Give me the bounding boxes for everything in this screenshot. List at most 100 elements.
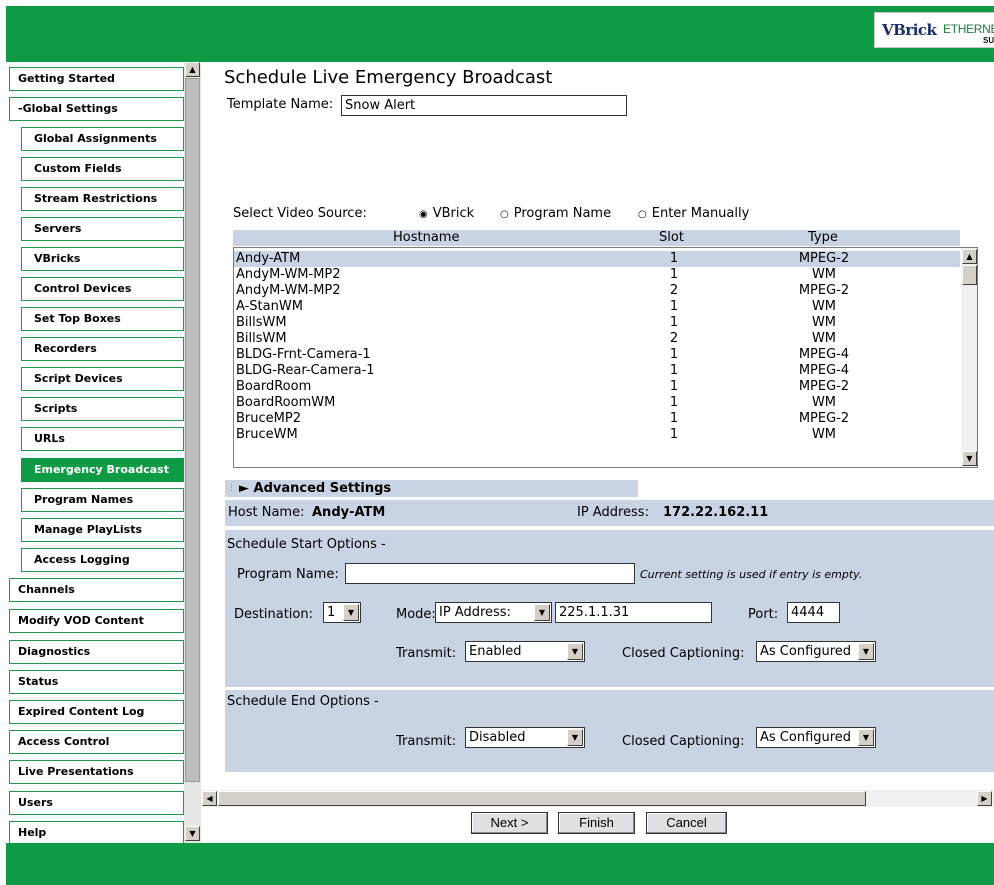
dropdown-arrow-icon: ▼: [858, 729, 874, 746]
table-row[interactable]: Andy-ATM 1 MPEG-2: [234, 251, 960, 267]
sidebar-item-recorders[interactable]: Recorders: [21, 337, 184, 361]
mode-value: IP Address:: [439, 605, 511, 620]
port-input[interactable]: 4444: [787, 602, 840, 623]
cell-hostname: BLDG-Frnt-Camera-1: [236, 347, 371, 362]
list-scroll-thumb[interactable]: [962, 265, 977, 285]
scroll-left-icon[interactable]: ◀: [202, 791, 217, 806]
table-row[interactable]: AndyM-WM-MP2 1 WM: [234, 267, 960, 283]
hostname-list[interactable]: Andy-ATM 1 MPEG-2 AndyM-WM-MP2 1 WM AndyM-WM…: [233, 247, 978, 468]
table-row[interactable]: AndyM-WM-MP2 2 MPEG-2: [234, 283, 960, 299]
sidebar-item-users[interactable]: Users: [9, 791, 184, 815]
cell-hostname: BruceWM: [236, 427, 298, 442]
table-row[interactable]: BoardRoom 1 MPEG-2: [234, 379, 960, 395]
table-row[interactable]: BLDG-Rear-Camera-1 1 MPEG-4: [234, 363, 960, 379]
cell-hostname: AndyM-WM-MP2: [236, 267, 341, 282]
finish-button[interactable]: Finish: [558, 812, 635, 834]
cell-slot: 1: [669, 251, 679, 266]
sidebar-item-control-devices[interactable]: Control Devices: [21, 277, 184, 301]
radio-selected-icon: ◉: [419, 209, 428, 220]
scroll-down-icon[interactable]: ▼: [185, 826, 200, 841]
end-cc-label: Closed Captioning:: [622, 734, 745, 749]
host-name-value: Andy-ATM: [312, 505, 386, 520]
dropdown-arrow-icon: ▼: [534, 604, 550, 621]
sidebar-item-servers[interactable]: Servers: [21, 217, 184, 241]
destination-select[interactable]: 1 ▼: [323, 602, 361, 623]
cell-hostname: AndyM-WM-MP2: [236, 283, 341, 298]
radio-enter-manually[interactable]: ○ Enter Manually: [638, 206, 749, 221]
ip-address-input[interactable]: 225.1.1.31: [555, 602, 712, 623]
sidebar-item-scripts[interactable]: Scripts: [21, 397, 184, 421]
sidebar-item-getting-started[interactable]: Getting Started: [9, 67, 184, 91]
table-row[interactable]: BillsWM 2 WM: [234, 331, 960, 347]
hostname-table-header: Hostname Slot Type: [233, 230, 960, 246]
sidebar-item-live-presentations[interactable]: Live Presentations: [9, 760, 184, 784]
table-row[interactable]: BruceWM 1 WM: [234, 427, 960, 443]
scroll-down-icon[interactable]: ▼: [962, 451, 977, 466]
cell-type: MPEG-2: [798, 251, 850, 266]
radio-unselected-icon: ○: [500, 209, 509, 220]
sidebar-item-modify-vod-content[interactable]: Modify VOD Content: [9, 609, 184, 633]
advanced-settings-toggle[interactable]: ► Advanced Settings: [225, 480, 638, 497]
sidebar-item-access-logging[interactable]: Access Logging: [21, 548, 184, 572]
start-transmit-select[interactable]: Enabled ▼: [465, 641, 585, 662]
end-transmit-value: Disabled: [469, 730, 526, 745]
horizontal-scroll-thumb[interactable]: [218, 791, 866, 806]
table-row[interactable]: BruceMP2 1 MPEG-2: [234, 411, 960, 427]
sidebar-item-diagnostics[interactable]: Diagnostics: [9, 640, 184, 664]
sidebar-item-vbricks[interactable]: VBricks: [21, 247, 184, 271]
sidebar-item-set-top-boxes[interactable]: Set Top Boxes: [21, 307, 184, 331]
logo-suffix: SUI: [983, 36, 994, 45]
end-options-heading: Schedule End Options -: [227, 694, 379, 709]
sidebar-item-program-names[interactable]: Program Names: [21, 488, 184, 512]
table-row[interactable]: A-StanWM 1 WM: [234, 299, 960, 315]
sidebar-item-custom-fields[interactable]: Custom Fields: [21, 157, 184, 181]
cell-slot: 1: [669, 315, 679, 330]
sidebar-nav: Getting Started -Global Settings Global …: [6, 62, 184, 843]
end-cc-select[interactable]: As Configured ▼: [756, 727, 876, 748]
sidebar-item-status[interactable]: Status: [9, 670, 184, 694]
scroll-right-icon[interactable]: ▶: [977, 791, 992, 806]
sidebar-item-help[interactable]: Help: [9, 821, 184, 843]
cell-type: MPEG-2: [798, 411, 850, 426]
cell-slot: 1: [669, 267, 679, 282]
col-type: Type: [808, 230, 838, 245]
radio-program-name-label: Program Name: [513, 206, 612, 221]
sidebar-item-global-assignments[interactable]: Global Assignments: [21, 127, 184, 151]
start-transmit-value: Enabled: [469, 644, 522, 659]
scroll-up-icon[interactable]: ▲: [962, 249, 977, 264]
cell-slot: 1: [669, 299, 679, 314]
mode-select[interactable]: IP Address: ▼: [435, 602, 552, 623]
cell-slot: 2: [669, 331, 679, 346]
sidebar-scroll-thumb[interactable]: [185, 78, 200, 782]
sidebar-item-channels[interactable]: Channels: [9, 578, 184, 602]
start-transmit-label: Transmit:: [396, 646, 457, 661]
sidebar-item-emergency-broadcast[interactable]: Emergency Broadcast: [21, 458, 184, 482]
cell-type: WM: [811, 315, 837, 330]
next-button[interactable]: Next >: [471, 812, 548, 834]
program-name-input[interactable]: [345, 563, 635, 584]
radio-vbrick[interactable]: ◉ VBrick: [419, 206, 474, 221]
table-row[interactable]: BoardRoomWM 1 WM: [234, 395, 960, 411]
radio-unselected-icon: ○: [638, 209, 647, 220]
sidebar-item-urls[interactable]: URLs: [21, 427, 184, 451]
template-name-input[interactable]: Snow Alert: [341, 95, 627, 116]
cell-hostname: BillsWM: [236, 315, 287, 330]
sidebar-item-manage-playlists[interactable]: Manage PlayLists: [21, 518, 184, 542]
cell-type: WM: [811, 267, 837, 282]
table-row[interactable]: BLDG-Frnt-Camera-1 1 MPEG-4: [234, 347, 960, 363]
sidebar-item-script-devices[interactable]: Script Devices: [21, 367, 184, 391]
end-transmit-select[interactable]: Disabled ▼: [465, 727, 585, 748]
sidebar-item-stream-restrictions[interactable]: Stream Restrictions: [21, 187, 184, 211]
sidebar-item-global-settings[interactable]: -Global Settings: [9, 97, 184, 121]
cell-type: WM: [811, 299, 837, 314]
cell-slot: 2: [669, 283, 679, 298]
scroll-up-icon[interactable]: ▲: [185, 62, 200, 77]
sidebar-item-access-control[interactable]: Access Control: [9, 730, 184, 754]
table-row[interactable]: BillsWM 1 WM: [234, 315, 960, 331]
start-cc-select[interactable]: As Configured ▼: [756, 641, 876, 662]
cancel-button[interactable]: Cancel: [646, 812, 727, 834]
top-banner: [6, 6, 994, 62]
cell-type: MPEG-4: [798, 363, 850, 378]
radio-program-name[interactable]: ○ Program Name: [500, 206, 611, 221]
sidebar-item-expired-content-log[interactable]: Expired Content Log: [9, 700, 184, 724]
